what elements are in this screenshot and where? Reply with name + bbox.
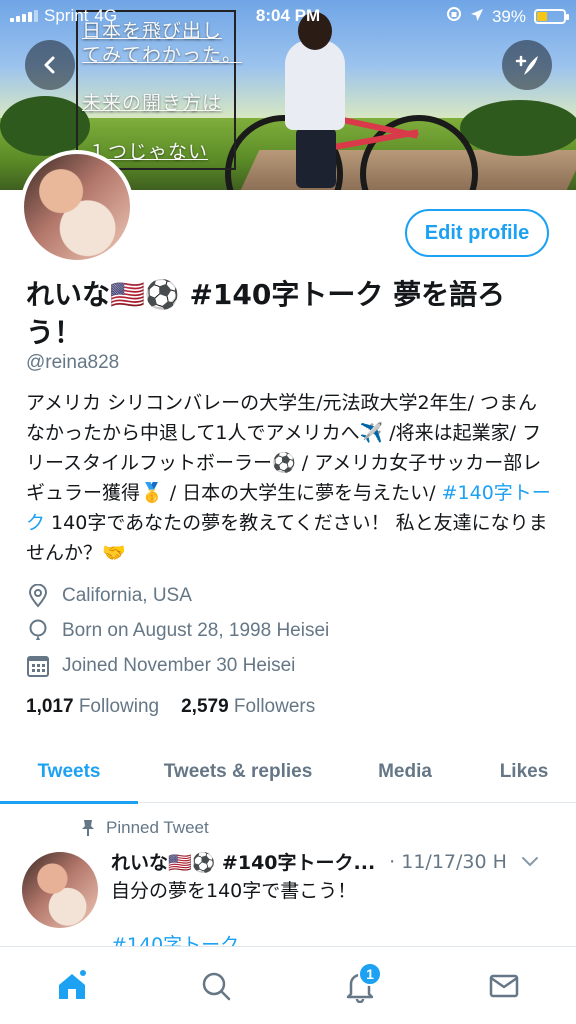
location-pin-icon: [26, 584, 50, 608]
pinned-tweet-label: Pinned Tweet: [106, 818, 209, 837]
location-services-icon: [470, 7, 484, 27]
battery-fill: [537, 12, 547, 21]
profile-display-name: れいな🇺🇸⚽️ #140字トーク 夢を語ろう！: [26, 278, 506, 349]
profile-bio: アメリカ シリコンバレーの大学生/元法政大学2年生/ つまんなかったから中退して…: [26, 388, 556, 568]
profile-birthday-row: Born on August 28, 1998 Heisei: [26, 619, 329, 643]
banner-text-line: 未来の開き方は: [82, 92, 223, 114]
battery-percent: 39%: [491, 6, 526, 26]
profile-avatar[interactable]: [20, 150, 134, 264]
banner-tree: [460, 100, 576, 156]
birthday-balloon-icon: [26, 619, 50, 643]
status-right: 39%: [446, 6, 569, 27]
notification-count-badge: 1: [358, 961, 382, 986]
chevron-down-icon: [521, 856, 538, 866]
tweet-author-avatar[interactable]: [22, 852, 98, 928]
tweet-author-name[interactable]: れいな🇺🇸⚽️ #140字トーク...: [111, 848, 375, 875]
back-button[interactable]: [25, 40, 75, 90]
banner-person: [296, 128, 336, 188]
orientation-lock-icon: [446, 6, 462, 27]
followers-count: 2,579: [181, 696, 229, 717]
profile-joined-date: Joined November 30 Heisei: [62, 655, 296, 676]
profile-birthday: Born on August 28, 1998 Heisei: [62, 620, 330, 641]
nav-search[interactable]: [186, 956, 246, 1016]
following-count: 1,017: [26, 696, 74, 717]
home-unread-dot: [78, 967, 88, 978]
following-label: Following: [78, 696, 160, 717]
compose-tweet-icon: [515, 55, 538, 75]
following-link[interactable]: 1,017 Following: [26, 696, 159, 718]
tab-likes[interactable]: Likes: [472, 740, 576, 803]
tweet-date: · 11/17/30 H: [389, 850, 507, 873]
bio-text-after: 140字であなたの夢を教えてください！ 私と友達になりませんか？🤝: [26, 512, 548, 564]
followers-link[interactable]: 2,579 Followers: [181, 696, 315, 718]
tweet-text: 自分の夢を140字で書こう！: [111, 880, 357, 902]
followers-label: Followers: [233, 696, 316, 717]
nav-home[interactable]: [42, 956, 102, 1016]
tab-tweets[interactable]: Tweets: [0, 740, 138, 804]
calendar-icon: [26, 654, 50, 678]
follow-counts: 1,017 Following 2,579 Followers: [26, 696, 315, 718]
messages-envelope-icon: [489, 974, 519, 997]
pin-icon: [82, 820, 94, 836]
profile-joined-row: Joined November 30 Heisei: [26, 654, 295, 678]
pinned-tweet-indicator: Pinned Tweet: [80, 818, 209, 838]
tab-media[interactable]: Media: [338, 740, 472, 803]
tweet-header: れいな🇺🇸⚽️ #140字トーク... · 11/17/30 H: [111, 848, 561, 875]
banner-person: [285, 40, 345, 130]
profile-location-row: California, USA: [26, 584, 192, 608]
profile-location: California, USA: [62, 585, 192, 606]
battery-icon: [534, 9, 569, 24]
bottom-tab-bar: 1: [0, 946, 576, 1024]
compose-tweet-button[interactable]: [502, 40, 552, 90]
profile-tabs: Tweets Tweets & replies Media Likes: [0, 740, 576, 804]
status-bar: Sprint 4G 8:04 PM 39%: [0, 0, 576, 34]
back-arrow-icon: [44, 56, 55, 74]
search-icon: [202, 972, 231, 1000]
nav-messages[interactable]: [474, 956, 534, 1016]
tab-tweets-and-replies[interactable]: Tweets & replies: [138, 740, 338, 803]
tweet-options-button[interactable]: [521, 851, 539, 873]
nav-notifications[interactable]: 1: [330, 956, 390, 1016]
profile-handle: @reina828: [26, 352, 120, 373]
edit-profile-button[interactable]: Edit profile: [405, 209, 549, 257]
banner-text-line: てみてわかった。: [82, 44, 243, 66]
